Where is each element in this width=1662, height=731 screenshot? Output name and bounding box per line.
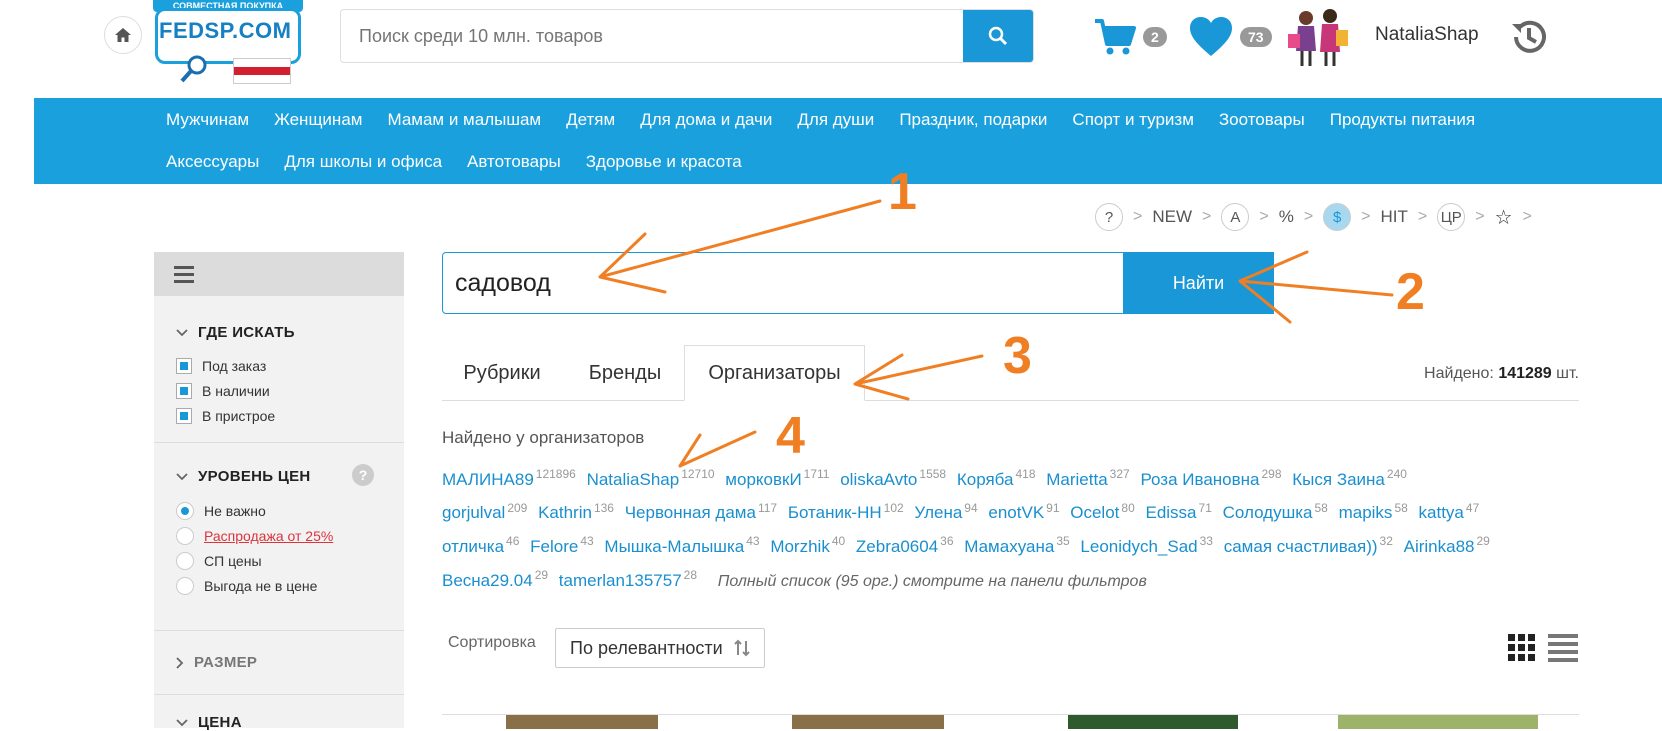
annotation-label-1: 1 [888, 163, 917, 221]
annotation-label-3: 3 [1003, 327, 1032, 385]
annotation-arrows [598, 199, 1394, 468]
arrow-1 [598, 199, 882, 294]
arrow-3 [853, 353, 984, 401]
arrow-4 [678, 430, 757, 468]
arrow-2 [1238, 250, 1394, 324]
annotation-label-4: 4 [776, 407, 805, 465]
annotation-label-2: 2 [1396, 263, 1425, 321]
